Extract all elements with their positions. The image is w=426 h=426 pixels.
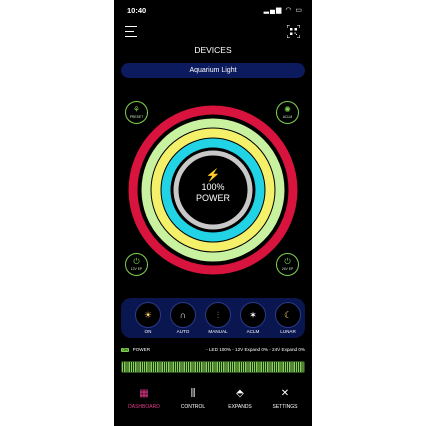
mode-lunar-label: LUNAR xyxy=(280,329,296,334)
bottom-nav: ▦ DASHBOARD ⫼ CONTROL ⬘ EXPANDS ✕ SETTIN… xyxy=(114,380,312,426)
dashboard-icon: ▦ xyxy=(139,388,149,399)
nav-control-label: CONTROL xyxy=(180,404,206,410)
phone-screen: 10:40 ▂▄▆ ◠ ▭ DEVICES Aquarium Light ⚘ P… xyxy=(114,0,312,426)
nav-settings[interactable]: ✕ SETTINGS xyxy=(263,388,307,410)
power-status-details: - LED 100% - 12V Expand 0% - 24V Expand … xyxy=(206,347,305,352)
device-selector[interactable]: Aquarium Light xyxy=(121,63,305,78)
curve-icon: ∩ xyxy=(179,310,187,320)
nav-expands-label: EXPANDS xyxy=(228,404,252,410)
mode-panel: ☀ ON ∩ AUTO ⫶ MANUAL ✶ ACLM ☾ LUNAR xyxy=(121,298,305,338)
expands-icon: ⬘ xyxy=(236,388,244,399)
sliders-icon: ⫶ xyxy=(216,309,220,320)
power-label: POWER xyxy=(195,193,230,203)
mode-on-button[interactable]: ☀ xyxy=(135,302,161,328)
power-on-tag: ON xyxy=(121,348,130,352)
lightning-icon: ⚡ xyxy=(205,168,221,182)
status-time: 10:40 xyxy=(127,6,147,15)
mode-manual-button[interactable]: ⫶ xyxy=(205,302,231,328)
qr-scan-icon[interactable] xyxy=(287,25,300,38)
nav-dashboard[interactable]: ▦ DASHBOARD xyxy=(122,388,166,410)
mode-on-label: ON xyxy=(144,329,152,334)
mode-aclm-button[interactable]: ✶ xyxy=(240,302,266,328)
menu-icon[interactable] xyxy=(125,26,137,37)
nav-expands[interactable]: ⬘ EXPANDS xyxy=(218,388,262,410)
tools-icon: ✕ xyxy=(280,388,290,399)
mode-auto-button[interactable]: ∩ xyxy=(170,302,196,328)
page-title: DEVICES xyxy=(194,45,232,55)
power-value: 100% xyxy=(201,182,225,192)
mode-manual-label: MANUAL xyxy=(208,329,228,334)
power-status-label: POWER xyxy=(132,347,151,352)
moon-icon: ☾ xyxy=(283,309,293,320)
status-icons: ▂▄▆ ◠ ▭ xyxy=(263,7,303,14)
power-level-fill xyxy=(122,362,304,372)
mode-aclm-label: ACLM xyxy=(246,329,260,334)
nav-control[interactable]: ⫼ CONTROL xyxy=(171,388,215,410)
nav-dashboard-label: DASHBOARD xyxy=(128,404,160,410)
sliders-icon: ⫼ xyxy=(190,388,196,399)
power-readout: ⚡ 100% POWER xyxy=(183,168,243,204)
mode-auto-label: AUTO xyxy=(176,329,190,334)
power-level-bar xyxy=(121,361,305,373)
mode-lunar-button[interactable]: ☾ xyxy=(275,302,301,328)
power-status-line: ON POWER - LED 100% - 12V Expand 0% - 24… xyxy=(121,346,305,354)
nav-settings-label: SETTINGS xyxy=(272,404,298,410)
sun-icon: ☀ xyxy=(143,309,153,320)
coral-icon: ✶ xyxy=(249,309,257,320)
